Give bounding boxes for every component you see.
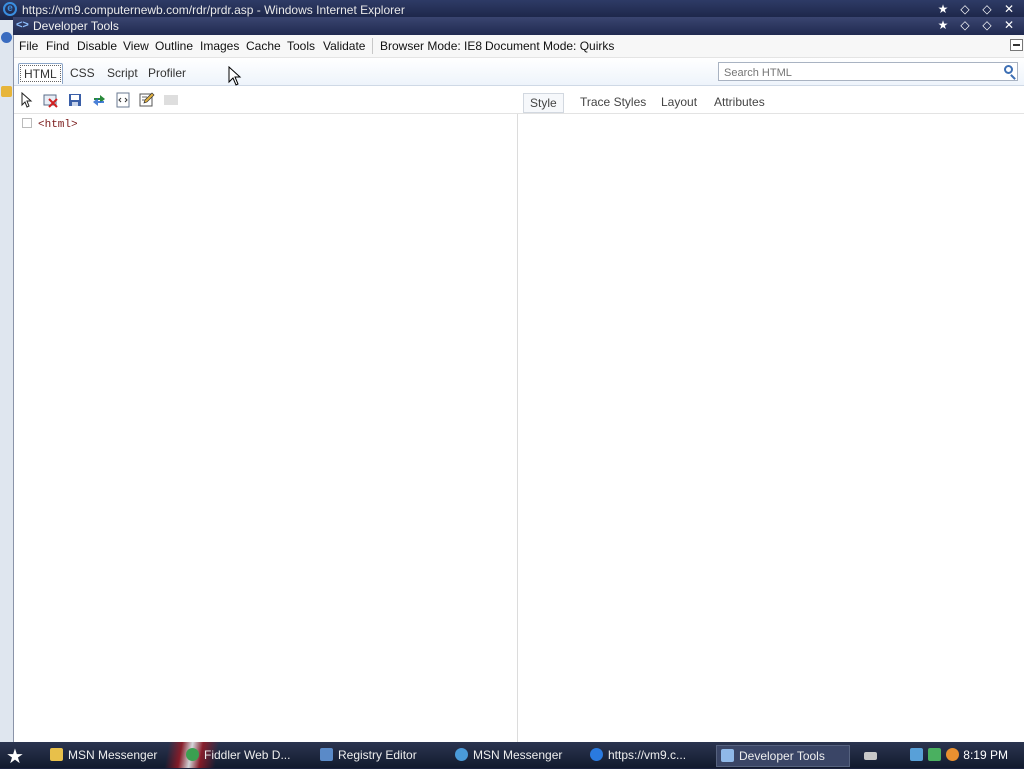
start-button[interactable]: ★ bbox=[6, 744, 24, 769]
tab-profiler[interactable]: Profiler bbox=[143, 63, 191, 83]
taskbar-item[interactable]: Registry Editor bbox=[320, 745, 417, 765]
devtools-window-title: Developer Tools bbox=[33, 19, 119, 33]
internet-explorer-icon bbox=[590, 748, 603, 761]
minimize-pane-button[interactable] bbox=[1010, 39, 1023, 51]
minimize-icon[interactable]: ◇ bbox=[958, 18, 972, 32]
devtools-window: File Find Disable View Outline Images Ca… bbox=[13, 35, 1024, 742]
ie-window-controls: ★ ◇ ◇ ✕ bbox=[936, 2, 1016, 16]
disabled-icon bbox=[163, 92, 179, 108]
internet-explorer-icon: e bbox=[3, 2, 17, 16]
tab-script[interactable]: Script bbox=[102, 63, 143, 83]
menu-tools[interactable]: Tools bbox=[287, 39, 315, 53]
select-element-icon[interactable] bbox=[19, 91, 35, 108]
menu-outline[interactable]: Outline bbox=[155, 39, 193, 53]
devtools-icon: <> bbox=[16, 19, 29, 31]
browser-mode-menu[interactable]: Browser Mode: IE8 bbox=[380, 39, 482, 53]
keyboard-icon[interactable] bbox=[864, 752, 877, 760]
msn-messenger-icon bbox=[455, 748, 468, 761]
menu-file[interactable]: File bbox=[19, 39, 38, 53]
background-window-edge bbox=[0, 20, 14, 742]
search-html-box bbox=[718, 62, 1018, 82]
close-icon[interactable]: ✕ bbox=[1002, 2, 1016, 16]
tree-node-label: <html> bbox=[38, 119, 78, 131]
tab-bar: HTML CSS Script Profiler bbox=[14, 58, 1024, 86]
clear-icon[interactable] bbox=[43, 92, 59, 108]
minimize-icon[interactable]: ◇ bbox=[958, 2, 972, 16]
menu-separator bbox=[372, 38, 373, 54]
tab-html[interactable]: HTML bbox=[18, 63, 63, 84]
back-icon[interactable] bbox=[1, 32, 12, 43]
tab-attributes[interactable]: Attributes bbox=[708, 93, 771, 111]
edit-icon[interactable] bbox=[139, 92, 155, 108]
menu-disable[interactable]: Disable bbox=[77, 39, 117, 53]
menu-validate[interactable]: Validate bbox=[323, 39, 365, 53]
refresh-icon[interactable] bbox=[91, 92, 107, 108]
dom-tree-pane[interactable]: <html> bbox=[14, 114, 517, 742]
html-toolbar: Style Trace Styles Layout Attributes bbox=[14, 86, 1024, 114]
tab-style[interactable]: Style bbox=[523, 93, 564, 113]
security-icon[interactable] bbox=[928, 748, 941, 761]
taskbar-item[interactable]: MSN Messenger bbox=[50, 745, 157, 765]
tab-layout[interactable]: Layout bbox=[655, 93, 703, 111]
devtools-window-controls: ★ ◇ ◇ ✕ bbox=[936, 18, 1016, 32]
taskbar-item[interactable]: Fiddler Web D... bbox=[186, 745, 290, 765]
search-icon[interactable] bbox=[1004, 65, 1013, 74]
search-icon[interactable] bbox=[946, 748, 959, 761]
taskbar-item-active[interactable]: Developer Tools bbox=[716, 745, 850, 767]
style-pane bbox=[518, 114, 1024, 742]
devtools-title-bar[interactable]: <> Developer Tools ★ ◇ ◇ ✕ bbox=[13, 17, 1024, 35]
favorites-icon[interactable] bbox=[1, 86, 12, 97]
network-icon[interactable] bbox=[910, 748, 923, 761]
star-icon[interactable]: ★ bbox=[936, 2, 950, 16]
fiddler-icon bbox=[186, 748, 199, 761]
maximize-icon[interactable]: ◇ bbox=[980, 18, 994, 32]
close-icon[interactable]: ✕ bbox=[1002, 18, 1016, 32]
taskbar: ★ MSN Messenger Fiddler Web D... Registr… bbox=[0, 742, 1024, 768]
save-icon[interactable] bbox=[67, 92, 83, 108]
taskbar-item[interactable]: MSN Messenger bbox=[455, 745, 562, 765]
devtools-icon bbox=[721, 749, 734, 762]
maximize-icon[interactable]: ◇ bbox=[980, 2, 994, 16]
menu-view[interactable]: View bbox=[123, 39, 149, 53]
star-icon[interactable]: ★ bbox=[936, 18, 950, 32]
registry-editor-icon bbox=[320, 748, 333, 761]
menu-cache[interactable]: Cache bbox=[246, 39, 281, 53]
menu-images[interactable]: Images bbox=[200, 39, 239, 53]
mouse-cursor-icon bbox=[228, 66, 242, 86]
menu-find[interactable]: Find bbox=[46, 39, 69, 53]
folder-icon bbox=[50, 748, 63, 761]
expand-icon[interactable] bbox=[22, 118, 32, 128]
menu-bar: File Find Disable View Outline Images Ca… bbox=[14, 35, 1024, 58]
document-mode-menu[interactable]: Document Mode: Quirks bbox=[485, 39, 614, 53]
tree-node[interactable]: <html> bbox=[22, 118, 78, 131]
tab-css[interactable]: CSS bbox=[65, 63, 100, 83]
ie-window-title: https://vm9.computernewb.com/rdr/prdr.as… bbox=[22, 3, 405, 17]
word-wrap-icon[interactable] bbox=[115, 92, 131, 108]
taskbar-item[interactable]: https://vm9.c... bbox=[590, 745, 686, 765]
clock[interactable]: 8:19 PM bbox=[963, 748, 1008, 762]
system-tray: 8:19 PM bbox=[864, 742, 1024, 768]
tab-trace-styles[interactable]: Trace Styles bbox=[574, 93, 652, 111]
search-html-input[interactable] bbox=[722, 64, 996, 82]
